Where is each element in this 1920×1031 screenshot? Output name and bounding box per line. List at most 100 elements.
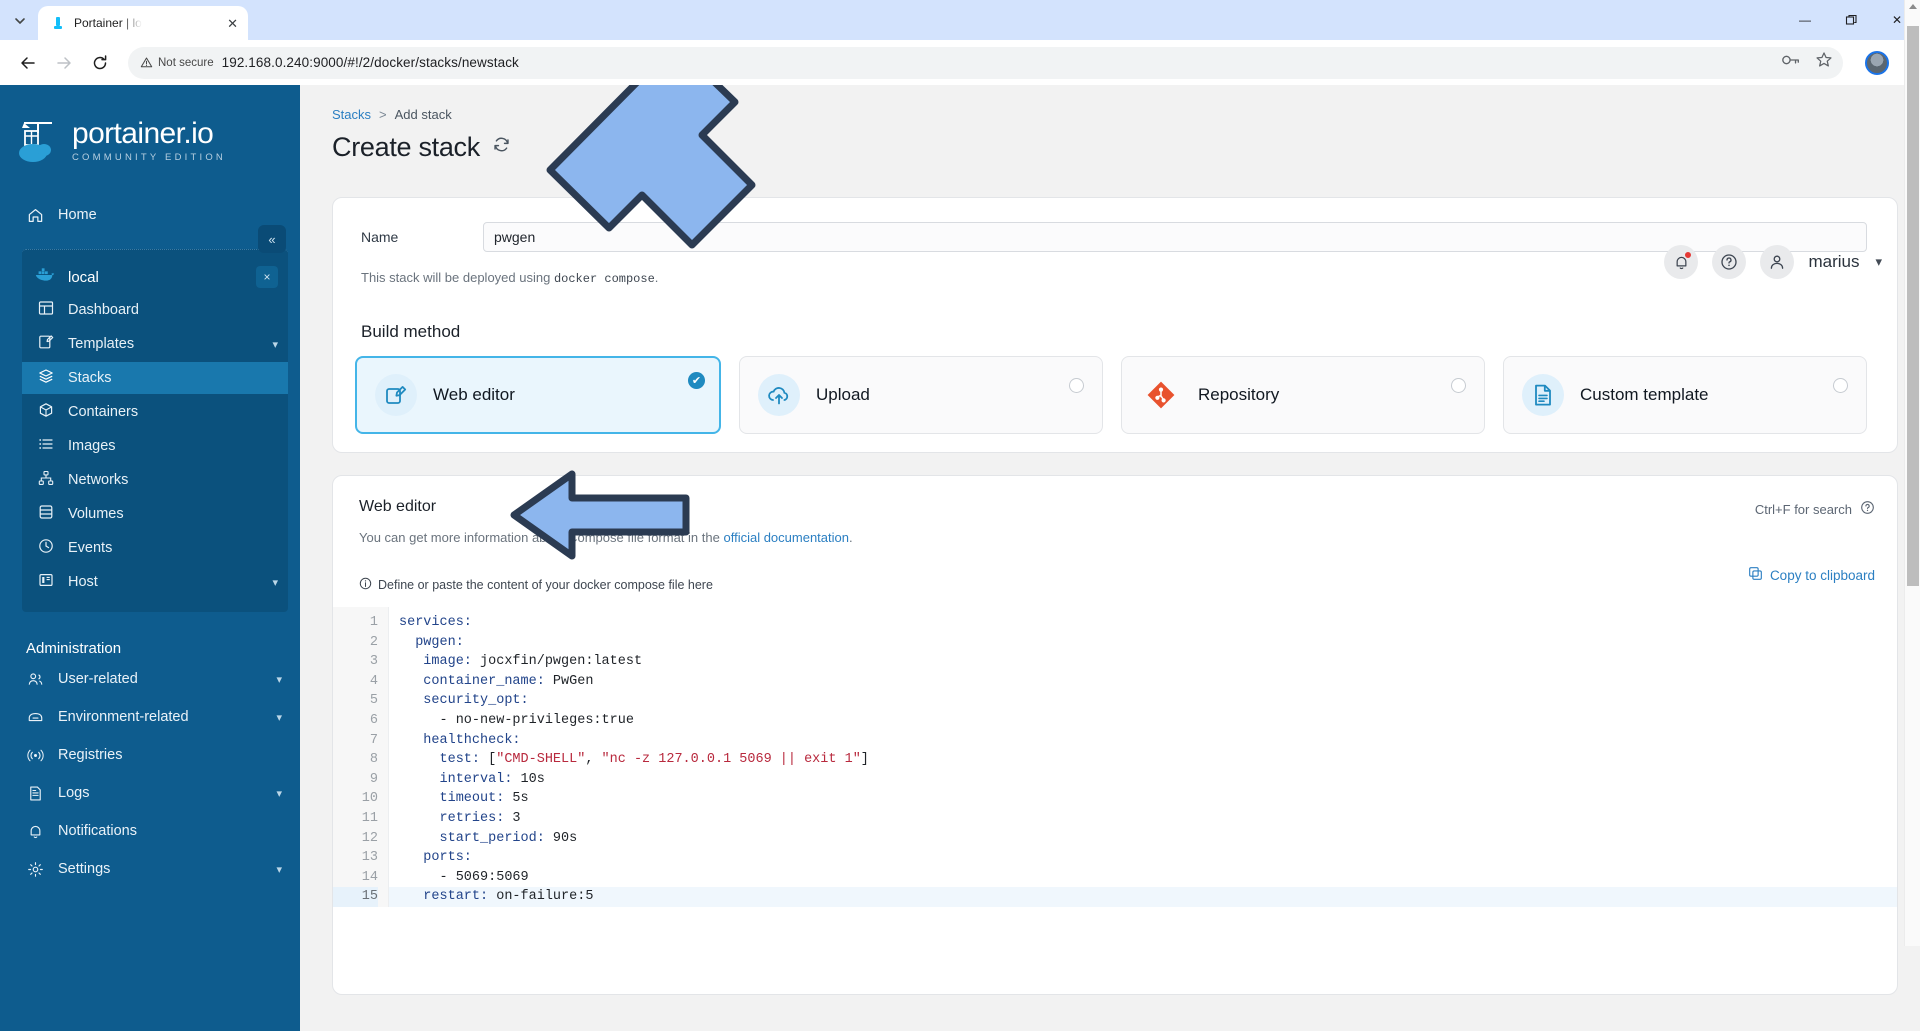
code-token: interval: bbox=[399, 771, 513, 787]
password-key-icon[interactable] bbox=[1781, 52, 1801, 73]
radio-unselected-icon[interactable] bbox=[1069, 378, 1084, 393]
gutter-line-number: 9 bbox=[369, 771, 378, 787]
chevron-down-icon: ▾ bbox=[276, 787, 282, 800]
code-line[interactable]: test: ["CMD-SHELL", "nc -z 127.0.0.1 506… bbox=[389, 750, 1897, 770]
sidebar-item-notifications[interactable]: Notifications bbox=[0, 815, 300, 847]
reload-icon[interactable] bbox=[84, 47, 116, 79]
code-line[interactable]: interval: 10s bbox=[389, 770, 1897, 790]
sidebar-item-logs[interactable]: Logs ▾ bbox=[0, 777, 300, 809]
code-token: ports: bbox=[399, 850, 472, 866]
code-line[interactable]: healthcheck: bbox=[389, 731, 1897, 751]
sidebar-item-settings[interactable]: Settings ▾ bbox=[0, 853, 300, 885]
code-token: [ bbox=[480, 752, 497, 768]
gutter-line-number: 2 bbox=[369, 634, 378, 650]
sidebar-item-stacks[interactable]: Stacks bbox=[22, 362, 288, 394]
forward-arrow-icon[interactable] bbox=[48, 47, 80, 79]
code-line[interactable]: services: bbox=[389, 613, 1897, 633]
back-arrow-icon[interactable] bbox=[12, 47, 44, 79]
code-line[interactable]: retries: 3 bbox=[389, 809, 1897, 829]
sidebar-item-registries[interactable]: Registries bbox=[0, 739, 300, 771]
notifications-button[interactable] bbox=[1664, 245, 1699, 279]
user-avatar[interactable] bbox=[1760, 245, 1795, 279]
gutter-line-number: 10 bbox=[361, 791, 378, 807]
upload-cloud-icon bbox=[758, 374, 800, 416]
chevron-down-icon[interactable]: ▾ bbox=[1875, 254, 1882, 270]
maximize-icon[interactable] bbox=[1828, 0, 1874, 40]
copy-to-clipboard-button[interactable]: Copy to clipboard bbox=[1748, 566, 1875, 584]
code-token: image: bbox=[399, 654, 472, 670]
code-token: "CMD-SHELL" bbox=[496, 752, 586, 768]
code-line[interactable]: - 5069:5069 bbox=[389, 868, 1897, 888]
build-method-upload[interactable]: Upload bbox=[739, 356, 1103, 434]
notification-badge-dot bbox=[1684, 251, 1693, 259]
code-line[interactable]: pwgen: bbox=[389, 633, 1897, 653]
official-documentation-link[interactable]: official documentation bbox=[723, 530, 849, 545]
page-scrollbar[interactable] bbox=[1904, 0, 1920, 946]
environment-close-icon[interactable]: × bbox=[256, 266, 278, 288]
sidebar-item-user-related[interactable]: User-related ▾ bbox=[0, 663, 300, 695]
minimize-icon[interactable]: — bbox=[1782, 0, 1828, 40]
breadcrumb-stacks-link[interactable]: Stacks bbox=[332, 107, 371, 122]
code-line[interactable]: container_name: PwGen bbox=[389, 672, 1897, 692]
stack-form-card: Name This stack will be deployed using d… bbox=[332, 197, 1898, 453]
code-line[interactable]: - no-new-privileges:true bbox=[389, 711, 1897, 731]
gutter-line-number: 1 bbox=[369, 615, 378, 630]
code-line[interactable]: timeout: 5s bbox=[389, 789, 1897, 809]
user-name-label[interactable]: marius bbox=[1808, 252, 1859, 272]
custom-template-document-icon bbox=[1522, 374, 1564, 416]
sidebar-item-home[interactable]: Home bbox=[0, 199, 300, 231]
sidebar-collapse-button[interactable]: « bbox=[258, 225, 286, 253]
radio-unselected-icon[interactable] bbox=[1833, 378, 1848, 393]
code-line[interactable]: security_opt: bbox=[389, 691, 1897, 711]
sidebar-item-volumes[interactable]: Volumes bbox=[22, 498, 288, 530]
help-button[interactable] bbox=[1712, 245, 1747, 279]
sidebar-item-label: User-related bbox=[58, 671, 138, 687]
sidebar-item-templates[interactable]: Templates ▾ bbox=[22, 328, 288, 360]
build-method-label: Upload bbox=[816, 385, 870, 404]
scrollbar-thumb[interactable] bbox=[1907, 26, 1919, 586]
breadcrumb: Stacks > Add stack bbox=[316, 85, 1898, 122]
tab-search-chevron-icon[interactable] bbox=[6, 7, 34, 35]
radio-unselected-icon[interactable] bbox=[1451, 378, 1466, 393]
radio-selected-icon[interactable]: ✔ bbox=[688, 372, 705, 389]
browser-tab-title: Portainer | lo bbox=[74, 16, 142, 30]
not-secure-badge[interactable]: Not secure bbox=[140, 56, 214, 69]
code-line[interactable]: start_period: 90s bbox=[389, 829, 1897, 849]
web-editor-description-prefix: You can get more information about Compo… bbox=[359, 530, 720, 545]
code-body[interactable]: services: pwgen: image: jocxfin/pwgen:la… bbox=[389, 607, 1897, 907]
sidebar-environment-local[interactable]: local × bbox=[22, 260, 288, 294]
warning-triangle-icon bbox=[140, 57, 153, 68]
tab-close-icon[interactable]: ✕ bbox=[227, 17, 238, 30]
build-method-repository[interactable]: Repository bbox=[1121, 356, 1485, 434]
code-token: , bbox=[585, 752, 602, 768]
sidebar-item-networks[interactable]: Networks bbox=[22, 464, 288, 496]
star-bookmark-icon[interactable] bbox=[1815, 51, 1833, 74]
build-method-web-editor[interactable]: Web editor ✔ bbox=[355, 356, 721, 434]
address-bar[interactable]: Not secure 192.168.0.240:9000/#!/2/docke… bbox=[128, 46, 1843, 79]
name-input[interactable] bbox=[483, 222, 1867, 252]
help-question-icon[interactable] bbox=[1860, 500, 1875, 518]
chevron-down-icon: ▾ bbox=[272, 576, 278, 589]
build-method-custom-template[interactable]: Custom template bbox=[1503, 356, 1867, 434]
refresh-icon[interactable] bbox=[492, 135, 511, 160]
sidebar-item-events[interactable]: Events bbox=[22, 532, 288, 564]
browser-profile-avatar[interactable] bbox=[1865, 50, 1889, 75]
sidebar-item-containers[interactable]: Containers bbox=[22, 396, 288, 428]
sidebar-item-environment-related[interactable]: Environment-related ▾ bbox=[0, 701, 300, 733]
sidebar-item-host[interactable]: Host ▾ bbox=[22, 566, 288, 598]
sidebar-item-label: Networks bbox=[68, 472, 129, 488]
sidebar-item-label: Logs bbox=[58, 785, 90, 801]
browser-tab[interactable]: Portainer | lo ✕ bbox=[38, 6, 248, 40]
code-line[interactable]: ports: bbox=[389, 848, 1897, 868]
code-token: 10s bbox=[512, 771, 545, 787]
code-line[interactable]: restart: on-failure:5 bbox=[389, 887, 1897, 907]
sidebar-item-dashboard[interactable]: Dashboard bbox=[22, 294, 288, 326]
scroll-up-arrow-icon[interactable] bbox=[1909, 4, 1917, 9]
portainer-logo[interactable]: portainer.io COMMUNITY EDITION bbox=[0, 107, 300, 165]
code-editor[interactable]: 1 2 3 4 5 6 7 8 9 10 11 12 13 14 15 services: pwgen: i… bbox=[333, 607, 1897, 907]
build-method-label: Repository bbox=[1198, 385, 1280, 404]
code-line[interactable]: image: jocxfin/pwgen:latest bbox=[389, 652, 1897, 672]
sidebar-item-images[interactable]: Images bbox=[22, 430, 288, 462]
build-method-label: Web editor bbox=[433, 385, 515, 404]
sidebar-item-label: Registries bbox=[58, 747, 123, 763]
